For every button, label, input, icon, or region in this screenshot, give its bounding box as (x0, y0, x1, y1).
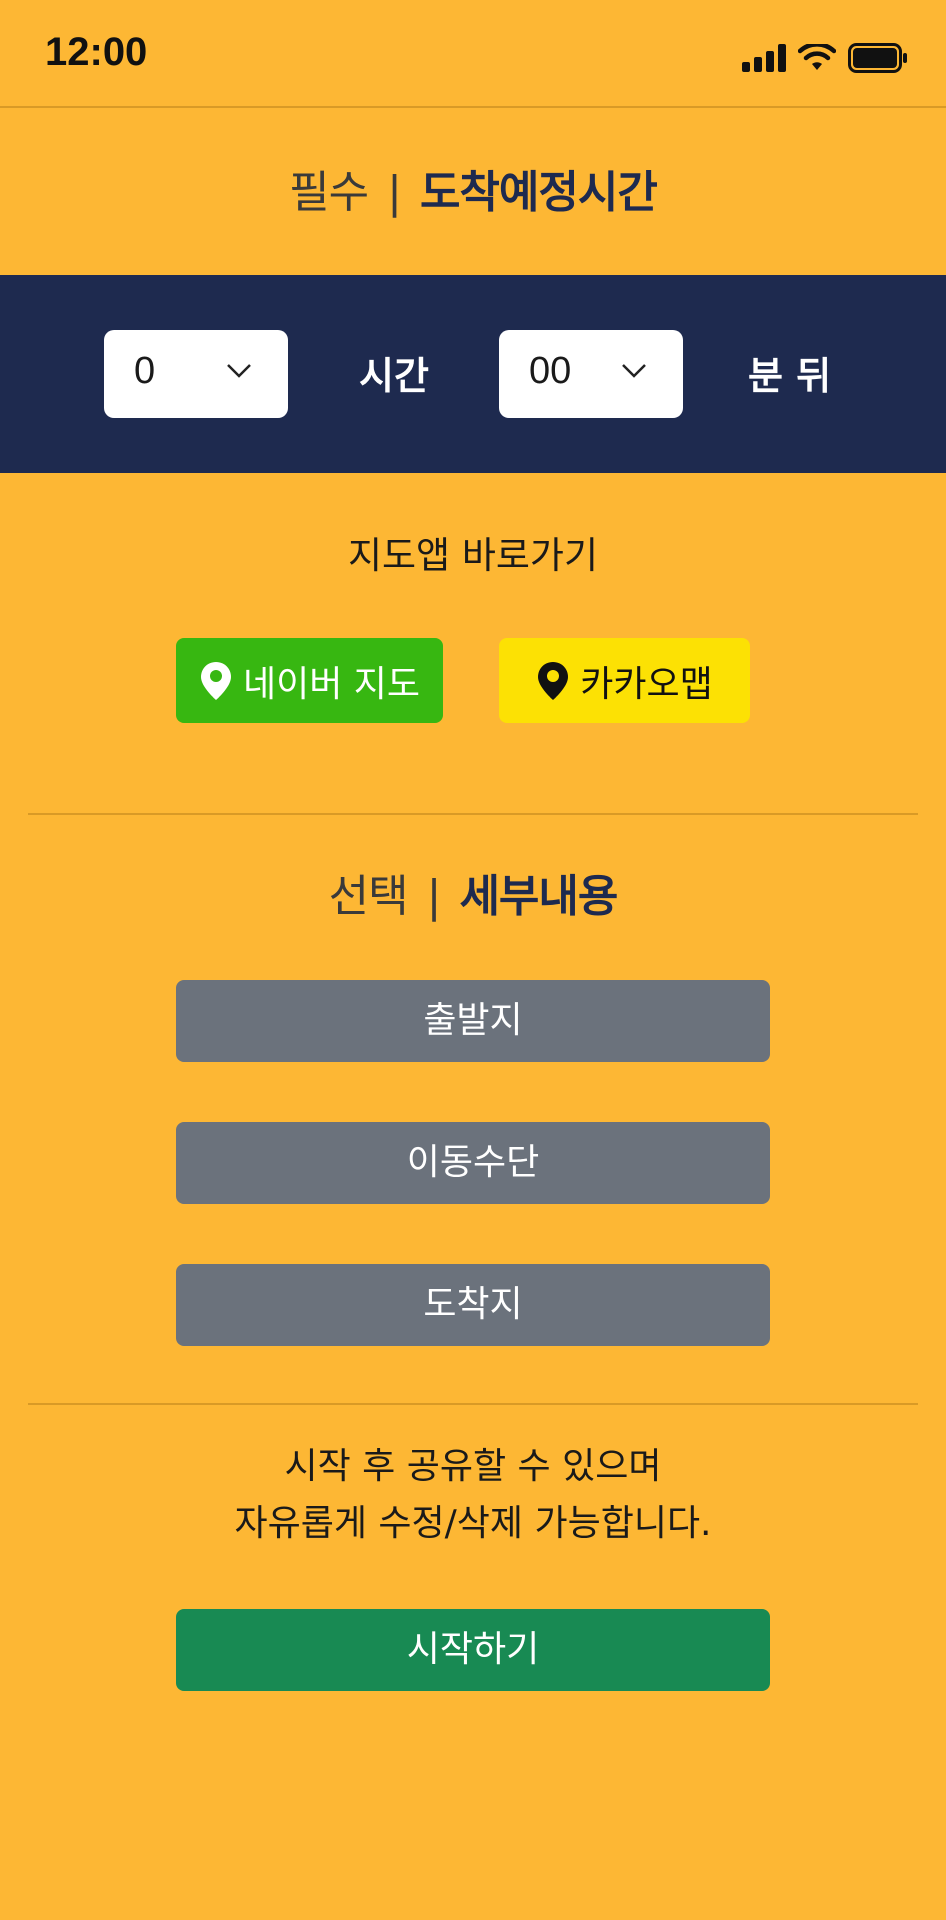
map-shortcut-title: 지도앱 바로가기 (347, 534, 599, 577)
start-button[interactable]: 시작하기 (176, 1609, 770, 1691)
destination-button[interactable]: 도착지 (176, 1264, 770, 1346)
transport-button[interactable]: 이동수단 (176, 1122, 770, 1204)
naver-map-label: 네이버 지도 (242, 663, 421, 705)
minutes-select[interactable]: 00 (499, 330, 683, 418)
divider (28, 1403, 918, 1405)
optional-label: 선택 (328, 871, 409, 922)
hours-label: 시간 (359, 354, 429, 398)
chevron-down-icon (227, 364, 251, 378)
minutes-label: 분 뒤 (748, 354, 832, 398)
cellular-signal-icon (742, 44, 786, 72)
departure-button[interactable]: 출발지 (176, 980, 770, 1062)
notice-line-2: 자유롭게 수정/삭제 가능합니다. (234, 1503, 712, 1544)
status-icons (742, 40, 908, 76)
kakao-map-label: 카카오맵 (580, 663, 713, 705)
naver-map-button[interactable]: 네이버 지도 (176, 638, 443, 723)
hours-value: 0 (134, 350, 156, 392)
hours-select[interactable]: 0 (104, 330, 288, 418)
chevron-down-icon (622, 364, 646, 378)
divider (28, 813, 918, 815)
kakao-map-button[interactable]: 카카오맵 (499, 638, 750, 723)
minutes-value: 00 (529, 350, 572, 392)
battery-icon (848, 43, 907, 73)
status-time: 12:00 (45, 30, 148, 74)
required-section-title: 필수 | 도착예정시간 (0, 156, 946, 220)
required-label: 필수 (289, 167, 369, 218)
status-bar: 12:00 (0, 0, 946, 108)
wifi-icon (798, 44, 836, 70)
eta-title: 도착예정시간 (419, 167, 658, 218)
details-title: 세부내용 (459, 871, 618, 922)
optional-section-title: 선택 | 세부내용 (0, 860, 946, 924)
location-pin-icon (200, 661, 231, 700)
eta-selector-band: 0 시간 00 분 뒤 (0, 275, 946, 473)
title-separator: | (426, 871, 442, 922)
notice-text: 시작 후 공유할 수 있으며 자유롭게 수정/삭제 가능합니다. (0, 1438, 946, 1552)
location-pin-icon (538, 661, 569, 700)
notice-line-1: 시작 후 공유할 수 있으며 (284, 1446, 662, 1487)
title-separator: | (387, 167, 402, 218)
